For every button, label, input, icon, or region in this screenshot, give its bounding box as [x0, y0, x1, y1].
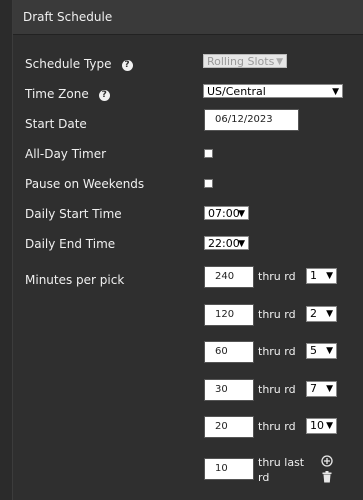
schedule-type-select[interactable]: Rolling Slots ▼ [203, 54, 287, 68]
daily-start-value: 07:00 [208, 207, 240, 220]
schedule-type-value: Rolling Slots [207, 55, 275, 68]
daily-start-select[interactable]: 07:00 ▼ [204, 206, 249, 220]
minutes-input[interactable]: 240 [204, 266, 254, 288]
trash-icon[interactable] [322, 471, 332, 483]
minutes-input[interactable]: 120 [204, 304, 254, 326]
time-zone-select[interactable]: US/Central ▼ [203, 84, 343, 98]
round-value: 1 [310, 269, 317, 282]
panel-title: Draft Schedule [23, 10, 113, 24]
round-value: 7 [310, 382, 317, 395]
minutes-input[interactable]: 20 [204, 416, 254, 438]
minutes-input-last[interactable]: 10 [204, 458, 254, 480]
round-select[interactable]: 5 ▼ [306, 343, 337, 359]
thru-rd-label: thru rd [258, 383, 296, 396]
round-select[interactable]: 10 ▼ [306, 418, 337, 434]
time-zone-text: Time Zone [25, 87, 89, 101]
start-date-label: Start Date [25, 117, 87, 131]
plus-circle-icon[interactable] [321, 455, 333, 467]
time-zone-label: Time Zone? [25, 87, 110, 101]
chevron-down-icon: ▼ [332, 87, 339, 97]
round-value: 10 [310, 419, 324, 432]
schedule-type-label: Schedule Type? [25, 57, 133, 71]
all-day-timer-checkbox[interactable] [204, 149, 213, 158]
round-value: 2 [310, 307, 317, 320]
round-select[interactable]: 1 ▼ [306, 268, 337, 284]
chevron-down-icon: ▼ [238, 209, 245, 219]
question-circle-icon[interactable]: ? [98, 90, 110, 101]
minutes-input[interactable]: 30 [204, 379, 254, 401]
panel-header: Draft Schedule [13, 0, 363, 35]
thru-rd-label: thru rd [258, 345, 296, 358]
question-circle-icon[interactable]: ? [121, 60, 133, 71]
time-zone-value: US/Central [207, 85, 266, 98]
thru-rd-label: thru rd [258, 420, 296, 433]
chevron-down-icon: ▼ [326, 421, 333, 431]
minutes-input[interactable]: 60 [204, 341, 254, 363]
thru-last-rd-line2: rd [258, 471, 270, 484]
chevron-down-icon: ▼ [326, 346, 333, 356]
daily-end-select[interactable]: 22:00 ▼ [204, 236, 249, 250]
thru-rd-label: thru rd [258, 270, 296, 283]
daily-end-value: 22:00 [208, 237, 240, 250]
round-value: 5 [310, 344, 317, 357]
round-select[interactable]: 2 ▼ [306, 306, 337, 322]
round-select[interactable]: 7 ▼ [306, 381, 337, 397]
all-day-timer-label: All-Day Timer [25, 147, 107, 161]
chevron-down-icon: ▼ [326, 384, 333, 394]
daily-start-label: Daily Start Time [25, 207, 122, 221]
pause-weekends-checkbox[interactable] [204, 179, 213, 188]
start-date-input[interactable]: 06/12/2023 [204, 109, 299, 131]
chevron-down-icon: ▼ [326, 309, 333, 319]
thru-rd-label: thru rd [258, 308, 296, 321]
schedule-type-text: Schedule Type [25, 57, 112, 71]
pause-weekends-label: Pause on Weekends [25, 177, 145, 191]
minutes-per-pick-label: Minutes per pick [25, 273, 125, 287]
daily-end-label: Daily End Time [25, 237, 116, 251]
chevron-down-icon: ▼ [326, 271, 333, 281]
draft-schedule-panel: Draft Schedule Schedule Type? Rolling Sl… [12, 0, 363, 500]
chevron-down-icon: ▼ [238, 239, 245, 249]
thru-last-rd-line1: thru last [258, 456, 305, 469]
chevron-down-icon: ▼ [276, 57, 283, 67]
